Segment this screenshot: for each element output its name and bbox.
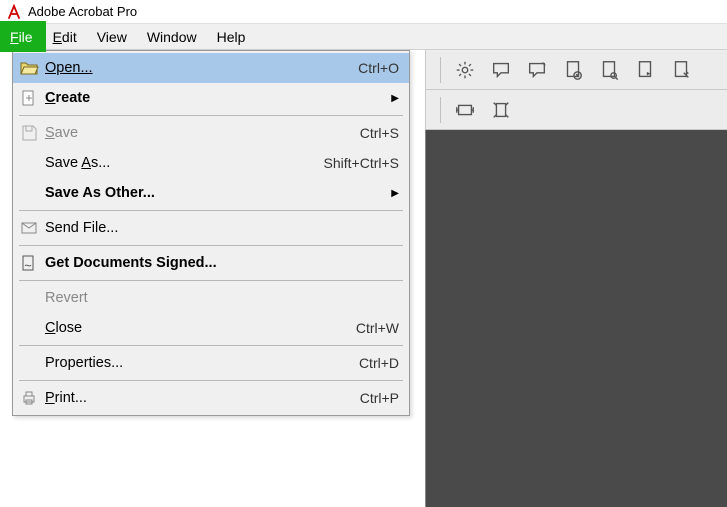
page-tools-icon[interactable] — [666, 55, 696, 85]
page-export-icon[interactable] — [630, 55, 660, 85]
menu-item-shortcut: Ctrl+P — [360, 390, 399, 406]
menu-item-label: Get Documents Signed... — [45, 255, 399, 271]
menu-separator — [19, 345, 403, 346]
folder-open-icon — [19, 58, 39, 78]
menu-item-revert[interactable]: Revert — [13, 283, 409, 313]
menu-item-label: Properties... — [45, 355, 347, 371]
menu-separator — [19, 210, 403, 211]
menu-item-shortcut: Shift+Ctrl+S — [324, 155, 399, 171]
menu-item-label: Save As... — [45, 155, 312, 171]
menu-item-create[interactable]: Create ▶ — [13, 83, 409, 113]
document-viewport — [425, 130, 727, 507]
menu-item-properties[interactable]: Properties... Ctrl+D — [13, 348, 409, 378]
fit-page-icon[interactable] — [486, 95, 516, 125]
toolbar-separator — [440, 97, 441, 123]
menu-item-send-file[interactable]: Send File... — [13, 213, 409, 243]
menu-file[interactable]: File — [0, 24, 43, 49]
menu-item-label: Save As Other... — [45, 185, 379, 201]
blank-icon — [19, 318, 39, 338]
app-title: Adobe Acrobat Pro — [28, 4, 137, 19]
menu-separator — [19, 115, 403, 116]
toolbar-row-1 — [426, 50, 727, 90]
menu-item-label: Send File... — [45, 220, 399, 236]
save-icon — [19, 123, 39, 143]
menu-separator — [19, 380, 403, 381]
file-menu-dropdown: Open... Ctrl+O Create ▶ Save Ctrl+S Save… — [12, 50, 410, 416]
menu-window[interactable]: Window — [137, 24, 207, 49]
menu-item-label: Create — [45, 90, 379, 106]
menu-item-open[interactable]: Open... Ctrl+O — [13, 53, 409, 83]
menu-item-print[interactable]: Print... Ctrl+P — [13, 383, 409, 413]
menu-item-get-signed[interactable]: Get Documents Signed... — [13, 248, 409, 278]
sign-icon — [19, 253, 39, 273]
acrobat-logo-icon — [6, 4, 22, 20]
envelope-icon — [19, 218, 39, 238]
submenu-arrow-icon: ▶ — [391, 188, 399, 199]
menu-help[interactable]: Help — [207, 24, 256, 49]
menu-item-shortcut: Ctrl+S — [360, 125, 399, 141]
menu-item-save-as[interactable]: Save As... Shift+Ctrl+S — [13, 148, 409, 178]
print-icon — [19, 388, 39, 408]
menu-item-label: Save — [45, 125, 348, 141]
create-icon — [19, 88, 39, 108]
blank-icon — [19, 353, 39, 373]
menu-item-label: Revert — [45, 290, 399, 306]
menu-view[interactable]: View — [87, 24, 137, 49]
menubar: File Edit View Window Help — [0, 24, 727, 50]
blank-icon — [19, 288, 39, 308]
menu-item-shortcut: Ctrl+O — [358, 60, 399, 76]
menu-separator — [19, 245, 403, 246]
toolbar-separator — [440, 57, 441, 83]
toolbar-region — [425, 50, 727, 130]
menu-item-label: Open... — [45, 60, 346, 76]
menu-edit[interactable]: Edit — [43, 24, 87, 49]
gear-icon[interactable] — [450, 55, 480, 85]
page-search-icon[interactable] — [594, 55, 624, 85]
blank-icon — [19, 153, 39, 173]
menu-item-shortcut: Ctrl+W — [356, 320, 399, 336]
menu-item-save-as-other[interactable]: Save As Other... ▶ — [13, 178, 409, 208]
blank-icon — [19, 183, 39, 203]
page-delete-icon[interactable] — [558, 55, 588, 85]
fit-width-icon[interactable] — [450, 95, 480, 125]
toolbar-row-2 — [426, 90, 727, 130]
menu-item-label: Close — [45, 320, 344, 336]
submenu-arrow-icon: ▶ — [391, 93, 399, 104]
menu-item-close[interactable]: Close Ctrl+W — [13, 313, 409, 343]
menu-item-save[interactable]: Save Ctrl+S — [13, 118, 409, 148]
comment-icon[interactable] — [486, 55, 516, 85]
menu-item-label: Print... — [45, 390, 348, 406]
menu-separator — [19, 280, 403, 281]
stamp-icon[interactable] — [522, 55, 552, 85]
menu-item-shortcut: Ctrl+D — [359, 355, 399, 371]
titlebar: Adobe Acrobat Pro — [0, 0, 727, 24]
